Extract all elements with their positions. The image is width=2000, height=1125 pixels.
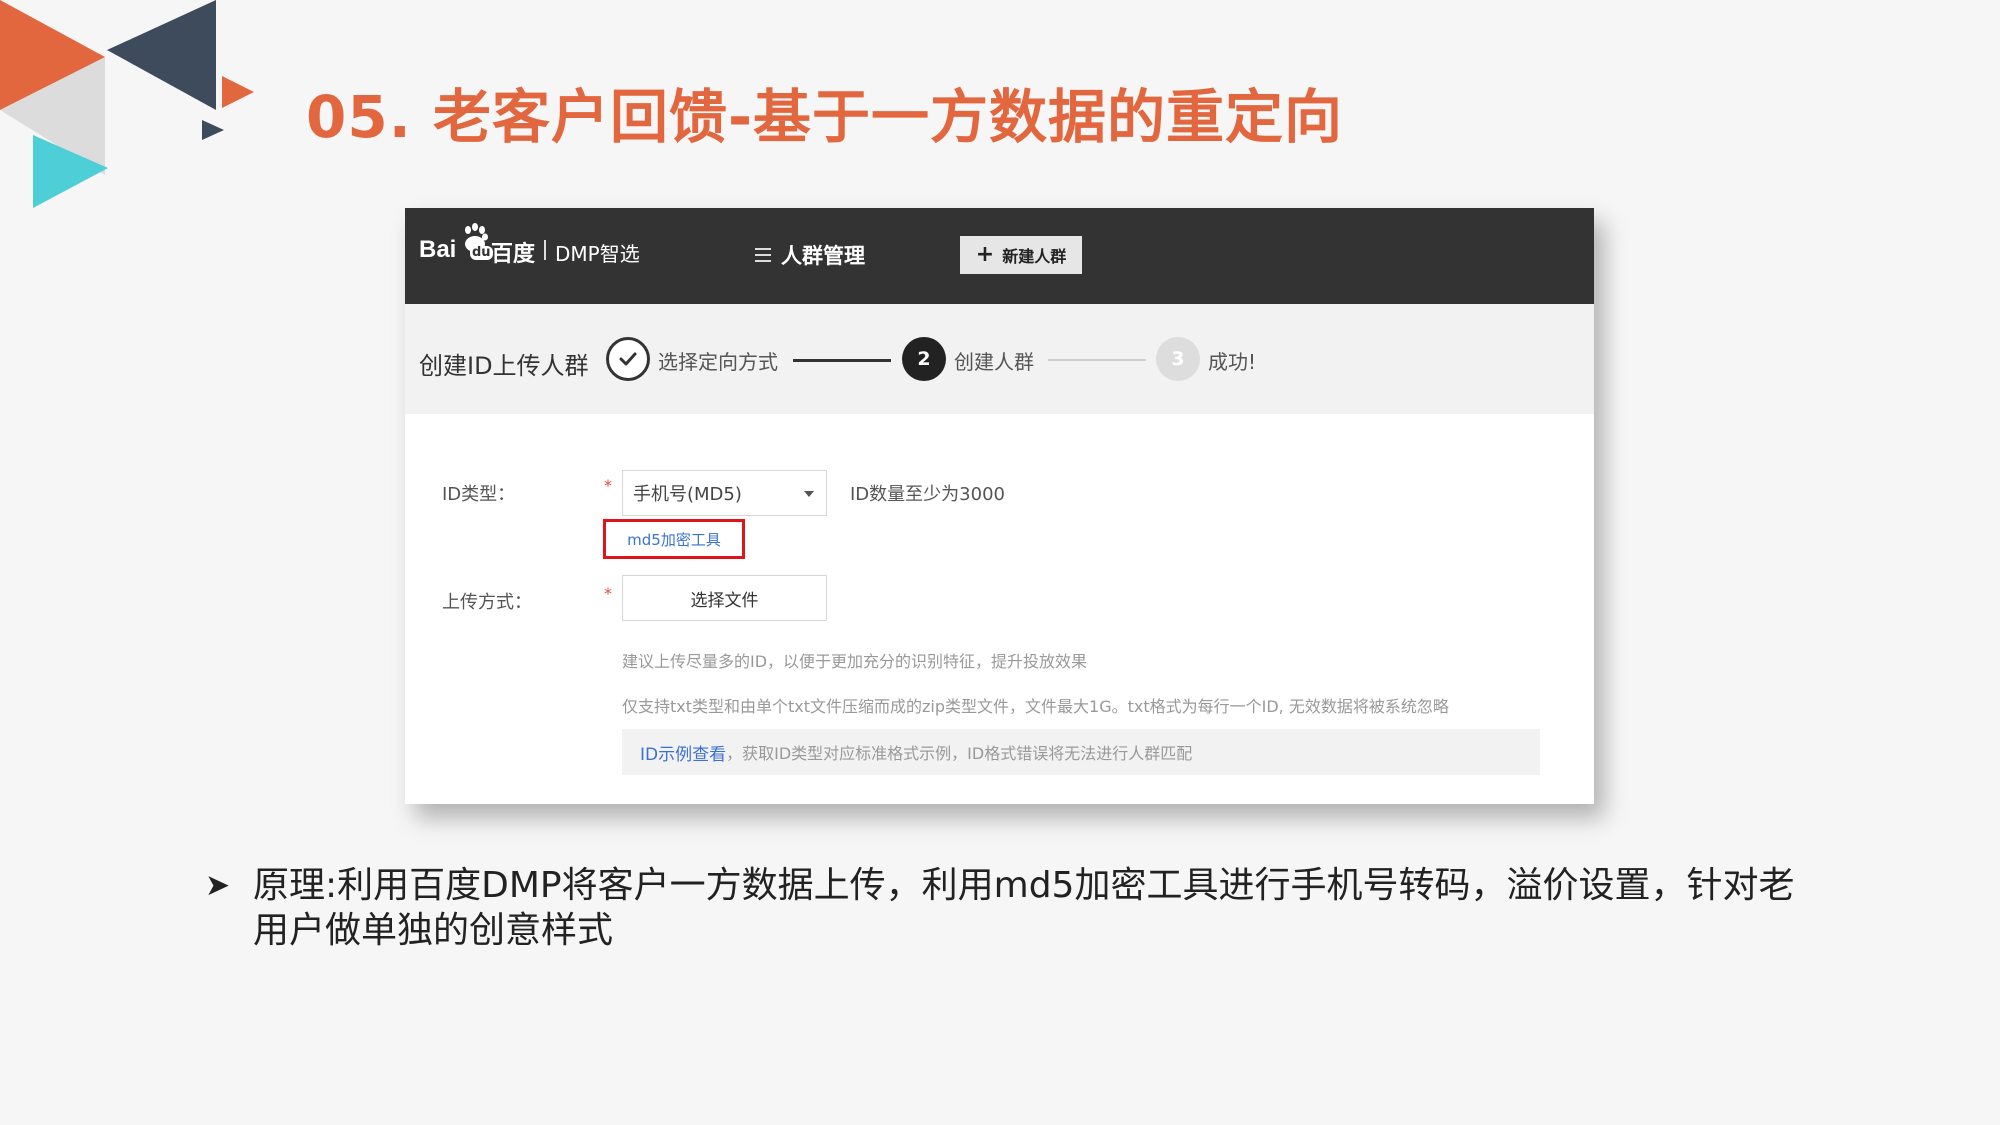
menu-icon	[755, 248, 771, 262]
page-title: 创建ID上传人群	[419, 352, 589, 380]
upload-method-label: 上传方式：	[442, 592, 532, 613]
id-type-value: 手机号(MD5)	[633, 484, 742, 505]
bullet-text: 原理:利用百度DMP将客户一方数据上传，利用md5加密工具进行手机号转码，溢价设…	[253, 865, 1795, 951]
step-connector-pending	[1048, 359, 1146, 361]
corner-decoration	[0, 0, 254, 208]
small-orange-triangle	[222, 76, 254, 108]
required-mark: *	[604, 584, 612, 603]
baidu-logo-du: du	[470, 245, 493, 260]
product-name: DMP智选	[555, 242, 640, 266]
nav-label: 人群管理	[781, 244, 865, 268]
choose-file-button[interactable]: 选择文件	[622, 575, 827, 621]
nav-audience-management[interactable]: 人群管理	[755, 240, 865, 270]
id-type-label: ID类型：	[442, 484, 516, 505]
baidu-logo-text: Bai	[419, 236, 457, 263]
md5-tool-link[interactable]: md5加密工具	[627, 529, 721, 550]
id-type-select[interactable]: 手机号(MD5)	[622, 470, 827, 516]
upload-suggestion: 建议上传尽量多的ID，以便于更加充分的识别特征，提升投放效果	[622, 652, 1088, 671]
upload-format-note: 仅支持txt类型和由单个txt文件压缩而成的zip类型文件，文件最大1G。txt…	[622, 697, 1449, 716]
logo-divider	[544, 240, 546, 260]
small-navy-triangle	[202, 120, 224, 140]
chevron-down-icon	[804, 491, 814, 497]
principle-bullet: ➤ 原理:利用百度DMP将客户一方数据上传，利用md5加密工具进行手机号转码，溢…	[205, 863, 1805, 953]
baidu-logo-chinese: 百度	[491, 242, 536, 267]
step-2-label: 创建人群	[954, 350, 1034, 374]
step-2-marker: 2	[902, 337, 946, 381]
top-navigation-bar: Bai du 百度 DMP智选 人群管理 + 新建人群	[405, 208, 1594, 304]
id-example-text: ，获取ID类型对应标准格式示例，ID格式错误将无法进行人群匹配	[726, 744, 1193, 763]
id-min-hint: ID数量至少为3000	[850, 484, 1005, 505]
step-3-marker: 3	[1156, 337, 1200, 381]
slide-title: 05. 老客户回馈-基于一方数据的重定向	[306, 83, 1344, 151]
step-1-label: 选择定向方式	[658, 350, 778, 374]
navy-triangle	[107, 0, 216, 110]
required-mark: *	[604, 476, 612, 495]
dmp-screenshot: Bai du 百度 DMP智选 人群管理 + 新建人群 创建ID上传人群 选择定…	[405, 208, 1594, 804]
id-example-notice: ID示例查看 ，获取ID类型对应标准格式示例，ID格式错误将无法进行人群匹配	[622, 729, 1540, 775]
new-audience-label: 新建人群	[1002, 247, 1067, 266]
step-3-label: 成功!	[1208, 350, 1257, 374]
new-audience-button[interactable]: + 新建人群	[960, 236, 1082, 274]
plus-icon: +	[975, 242, 995, 267]
step-connector-done	[793, 359, 891, 362]
arrow-bullet-icon: ➤	[205, 868, 231, 903]
step-1-check-icon	[606, 337, 650, 381]
step-progress-bar: 创建ID上传人群 选择定向方式 2 创建人群 3 成功!	[405, 304, 1594, 414]
md5-tool-highlight: md5加密工具	[603, 519, 745, 559]
id-example-link[interactable]: ID示例查看	[640, 740, 726, 765]
